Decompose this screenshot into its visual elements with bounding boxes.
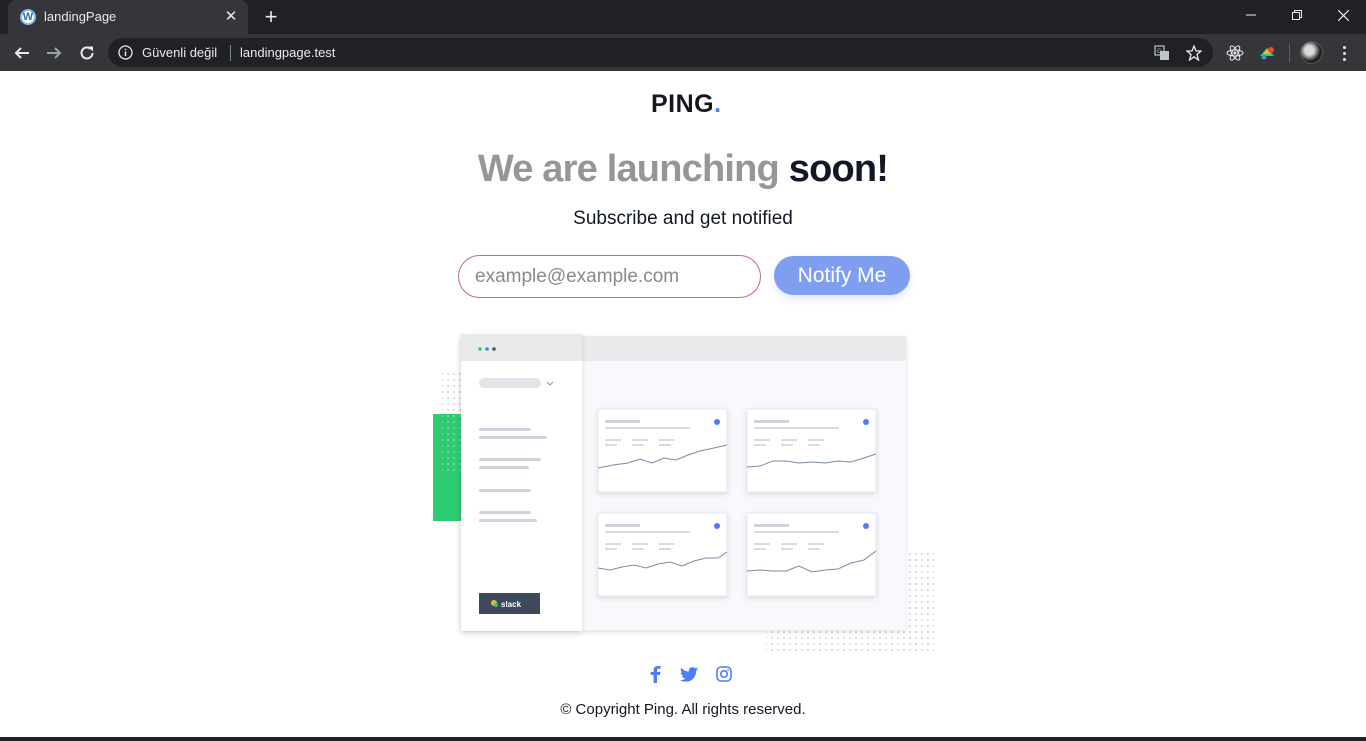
notify-me-button[interactable]: Notify Me — [774, 256, 910, 295]
page-subtitle: Subscribe and get notified — [573, 208, 793, 229]
headline-strong: soon! — [788, 148, 889, 190]
back-arrow-icon[interactable] — [9, 40, 35, 66]
address-divider — [230, 45, 231, 61]
profile-avatar[interactable] — [1300, 41, 1323, 64]
copyright-text: © Copyright Ping. All rights reserved. — [560, 701, 806, 718]
restore-window-icon[interactable] — [1274, 0, 1320, 30]
translate-icon[interactable]: G — [1153, 44, 1171, 62]
reload-icon[interactable] — [74, 40, 100, 66]
new-tab-icon[interactable]: + — [259, 5, 283, 29]
close-tab-icon[interactable]: ✕ — [222, 8, 240, 26]
logo-dot: . — [714, 90, 722, 118]
wordpress-icon: W — [20, 9, 36, 25]
ping-logo: PING. — [651, 90, 722, 119]
info-icon[interactable] — [118, 45, 133, 60]
window-bottom-edge — [0, 737, 1366, 741]
browser-tab-strip: W landingPage ✕ + — [0, 0, 1366, 34]
browser-menu-icon[interactable] — [1334, 42, 1354, 64]
facebook-icon[interactable] — [645, 664, 665, 684]
slack-badge: slack — [501, 600, 522, 609]
address-bar[interactable]: Güvenli değil landingpage.test G — [108, 38, 1213, 67]
browser-tab[interactable]: W landingPage ✕ — [8, 0, 248, 34]
dashboard-illustration: slack — [433, 334, 934, 652]
security-status[interactable]: Güvenli değil — [142, 45, 217, 60]
page-headline: We are launching soon! — [0, 148, 1366, 191]
color-picker-extension-icon[interactable] — [1257, 43, 1277, 63]
twitter-icon[interactable] — [679, 664, 699, 684]
email-input[interactable] — [458, 255, 761, 298]
tab-title: landingPage — [44, 9, 117, 24]
react-devtools-icon[interactable] — [1225, 43, 1245, 63]
browser-toolbar: Güvenli değil landingpage.test G — [0, 34, 1366, 71]
toolbar-divider — [1289, 44, 1290, 62]
headline-muted: We are launching — [477, 148, 780, 190]
logo-text: PING — [651, 90, 715, 118]
svg-text:G: G — [1157, 48, 1162, 55]
instagram-icon[interactable] — [714, 664, 734, 684]
minimize-window-icon[interactable] — [1228, 0, 1274, 30]
close-window-icon[interactable] — [1320, 0, 1366, 30]
forward-arrow-icon[interactable] — [41, 40, 67, 66]
bookmark-star-icon[interactable] — [1185, 44, 1203, 62]
url-text[interactable]: landingpage.test — [240, 45, 335, 60]
